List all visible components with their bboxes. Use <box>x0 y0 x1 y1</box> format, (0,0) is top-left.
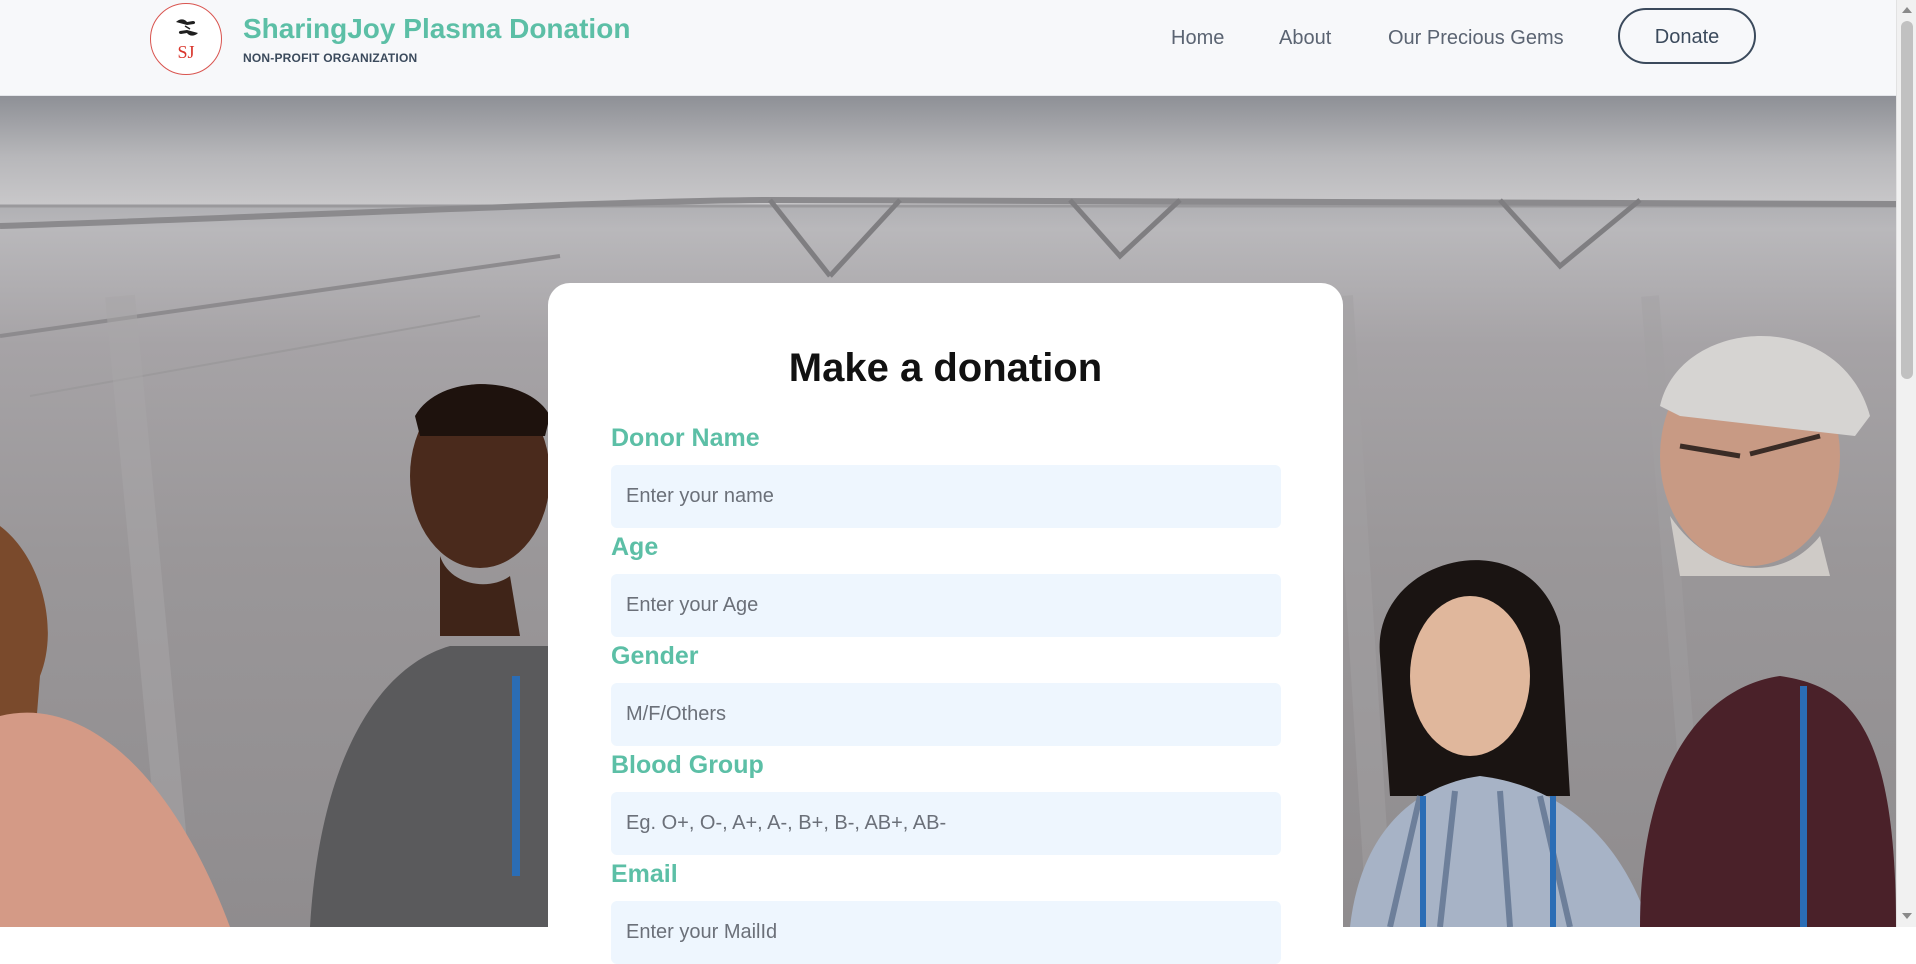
page-scrollbar[interactable] <box>1896 0 1916 927</box>
scrollbar-thumb[interactable] <box>1901 21 1913 379</box>
donor-name-input[interactable] <box>611 465 1281 528</box>
email-label: Email <box>611 860 678 888</box>
age-input[interactable] <box>611 574 1281 637</box>
blood-group-input[interactable] <box>611 792 1281 855</box>
blood-group-label: Blood Group <box>611 751 764 779</box>
gender-input[interactable] <box>611 683 1281 746</box>
volunteer-older-man-silhouette <box>1640 336 1896 927</box>
donation-form-card: Make a donation Donor Name Age Gender Bl… <box>548 283 1343 964</box>
donor-name-label: Donor Name <box>611 424 760 452</box>
volunteer-left-silhouette <box>0 526 230 927</box>
age-label: Age <box>611 533 659 561</box>
site-header: SJ SharingJoy Plasma Donation NON-PROFIT… <box>0 0 1896 96</box>
nav-about-link[interactable]: About <box>1279 27 1331 50</box>
form-title: Make a donation <box>788 346 1103 390</box>
nav-home-link[interactable]: Home <box>1171 27 1224 50</box>
scroll-up-arrow-icon[interactable] <box>1902 7 1912 13</box>
volunteer-man-silhouette <box>310 384 570 927</box>
donate-button[interactable]: Donate <box>1618 8 1756 64</box>
gender-label: Gender <box>611 642 699 670</box>
email-input[interactable] <box>611 901 1281 964</box>
scroll-down-arrow-icon[interactable] <box>1902 913 1912 919</box>
nav-precious-gems-link[interactable]: Our Precious Gems <box>1388 27 1564 50</box>
main-nav: Home About Our Precious Gems <box>0 0 1896 76</box>
